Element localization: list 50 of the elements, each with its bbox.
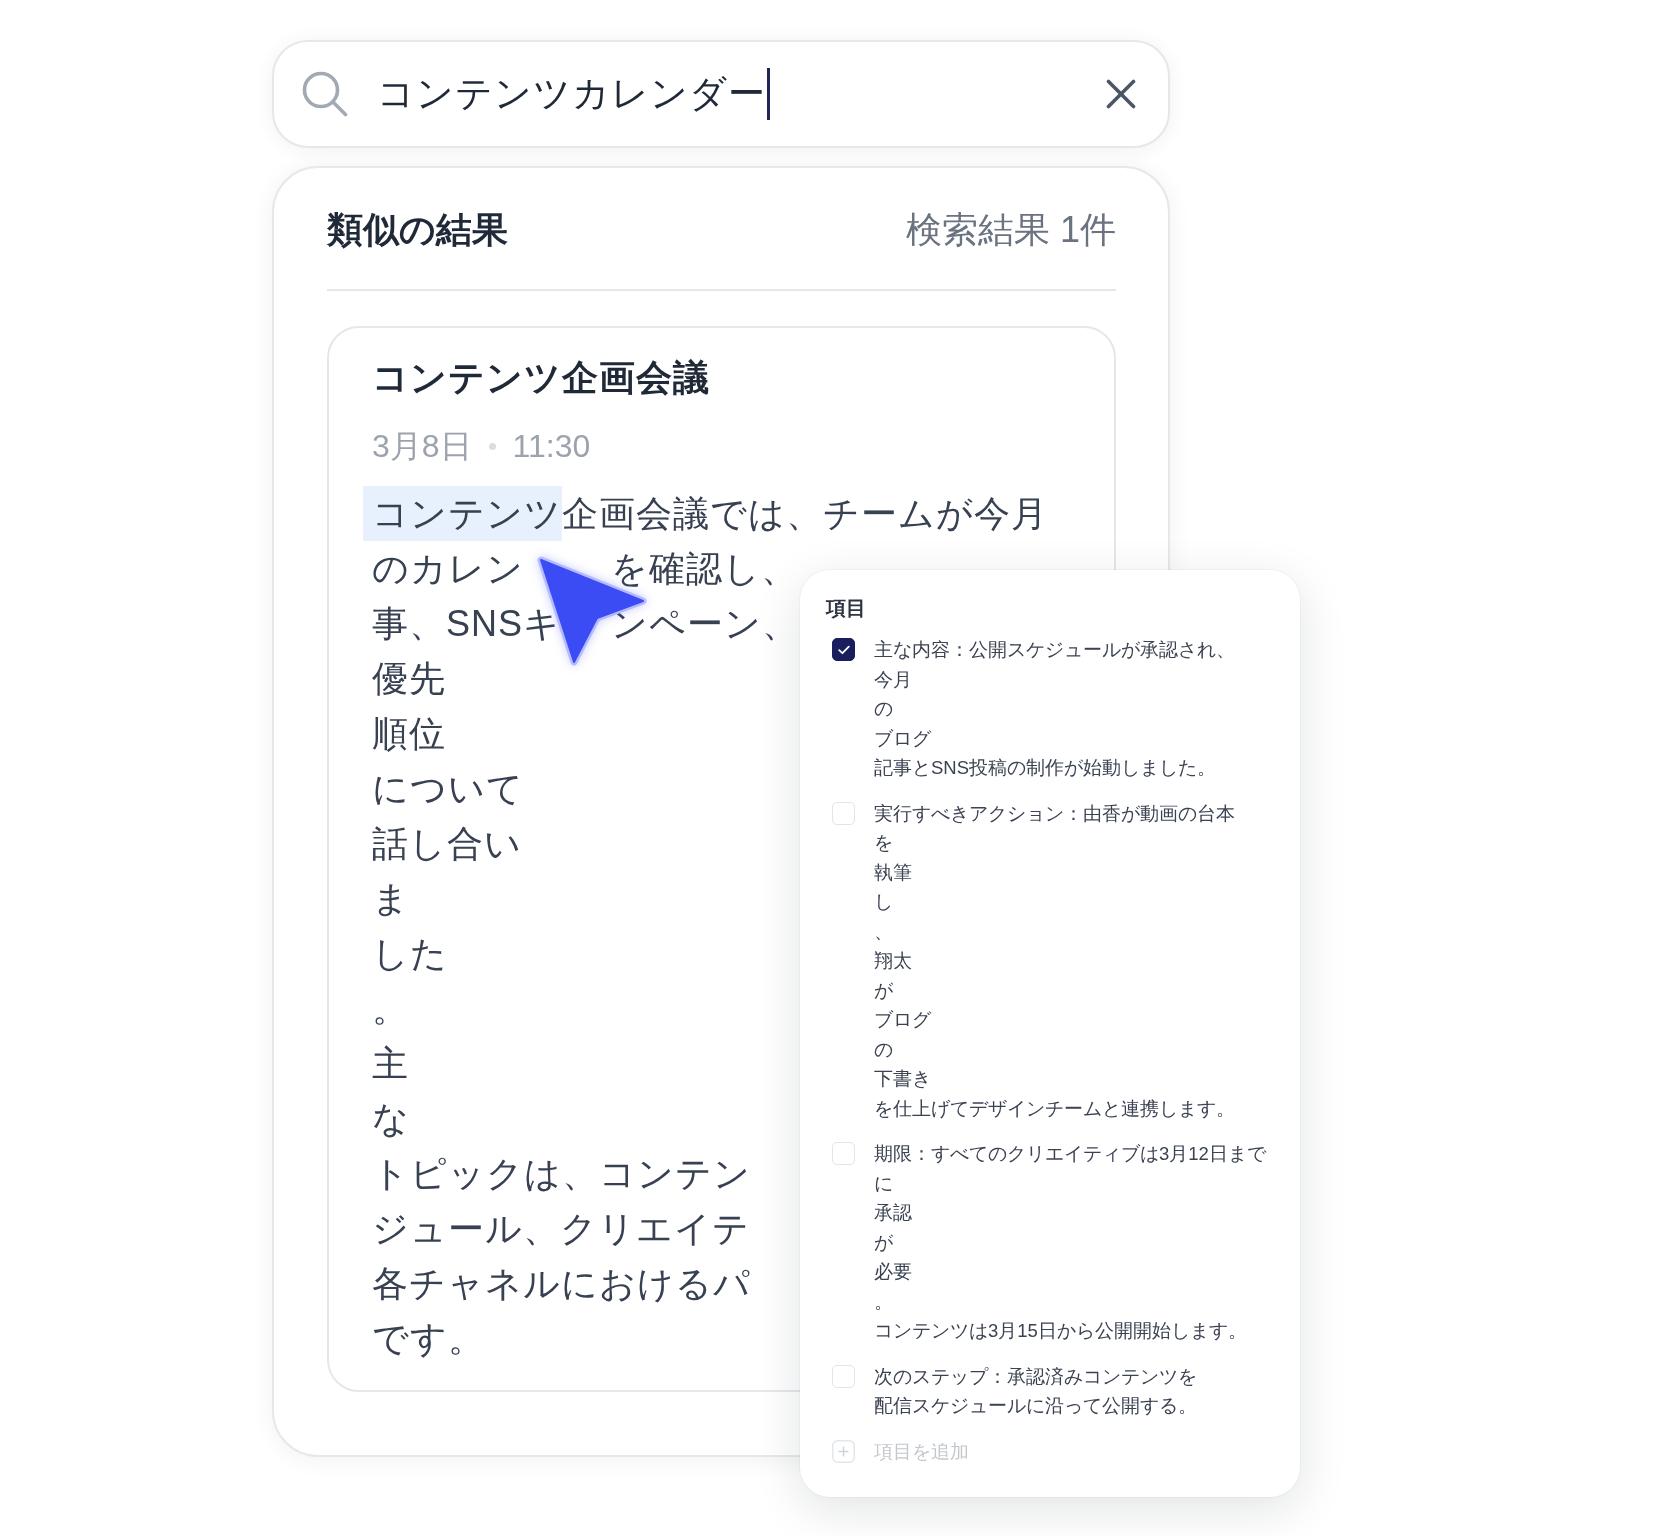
body-text: 主 (372, 1042, 409, 1086)
checklist-item-text: 下書き (874, 1067, 931, 1091)
plus-icon (832, 1440, 855, 1463)
checklist-item-text: 翔太 (874, 949, 912, 973)
checklist-item-text: ブログ (874, 726, 931, 751)
checklist-item-text: 配信スケジュールに沿って公開する。 (874, 1394, 1197, 1418)
checkbox[interactable] (832, 638, 855, 661)
body-text: 順位 (372, 712, 446, 756)
body-text: ま (372, 877, 410, 921)
body-text: について (372, 767, 524, 811)
checklist-item-text: が (874, 978, 893, 1003)
body-text: を確認し、 (611, 547, 799, 591)
result-title: コンテンツ企画会議 (372, 356, 710, 400)
highlighted-match: コンテンツ (363, 486, 562, 541)
checklist-item-text: に (874, 1171, 893, 1196)
body-text: 。 (372, 987, 409, 1031)
checklist-item-text: の (874, 1037, 893, 1062)
result-count: 検索結果 1件 (905, 208, 1116, 252)
checklist-item-text: し (874, 890, 893, 914)
checkmark-icon (837, 644, 850, 655)
body-text: 優先 (372, 657, 446, 701)
checklist-item-text: の (874, 697, 893, 721)
checklist-item-text: 、 (874, 919, 893, 944)
close-icon[interactable] (1106, 79, 1136, 109)
checklist-item-text: 今月 (874, 667, 912, 692)
body-text: な (372, 1097, 410, 1141)
checklist-item-text: ブログ (874, 1008, 931, 1032)
search-field[interactable]: コンテンツカレンダー (272, 40, 1170, 148)
checklist-heading: 項目 (826, 596, 866, 621)
result-time: 11:30 (512, 427, 591, 466)
checklist-item-text: 。 (874, 1289, 893, 1314)
result-date: 3月8日 (372, 427, 472, 466)
checklist-item-text: 必要 (874, 1260, 912, 1284)
checklist-item-text: 承認 (874, 1201, 912, 1225)
results-heading: 類似の結果 (327, 208, 508, 252)
body-text: ンペーン、 (611, 602, 800, 646)
body-text: 話し合い (372, 822, 522, 866)
body-text: です。 (372, 1317, 485, 1361)
checklist-item-text: が (874, 1230, 893, 1255)
body-text: した (372, 932, 448, 976)
body-text: トピックは、コンテン (372, 1152, 751, 1196)
body-text: 事、SNSキ (372, 602, 562, 646)
search-icon (302, 71, 348, 117)
separator-dot-icon (488, 442, 496, 450)
checklist-item-text: を (874, 831, 893, 855)
body-text: のカレン (372, 547, 524, 591)
body-text: 各チャネルにおけるパ (372, 1262, 751, 1306)
body-text: 企画会議では、チームが今月 (562, 492, 1048, 536)
body-text: ジュール、クリエイテ (372, 1207, 750, 1251)
checklist-item-text: 執筆 (874, 860, 912, 885)
